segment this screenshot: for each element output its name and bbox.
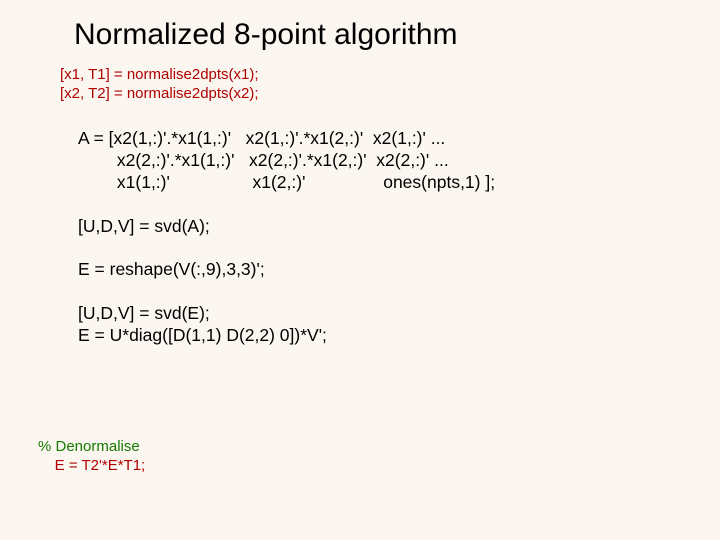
denorm-line: E = T2'*E*T1;	[38, 457, 145, 474]
normalise-line-2: [x2, T2] = normalise2dpts(x2);	[60, 85, 259, 104]
page-title: Normalized 8-point algorithm	[74, 18, 458, 52]
a-row3: x1(1,:)' x1(2,:)' ones(npts,1) ];	[78, 172, 495, 192]
reshape-e: E = reshape(V(:,9),3,3)';	[78, 259, 265, 279]
a-row1: A = [x2(1,:)'.*x1(1,:)' x2(1,:)'.*x1(2,:…	[78, 128, 445, 148]
svd-a: [U,D,V] = svd(A);	[78, 216, 210, 236]
denormalise-block: % Denormalise E = T2'*E*T1;	[38, 438, 145, 476]
slide: Normalized 8-point algorithm [x1, T1] = …	[0, 0, 720, 540]
a-row2: x2(2,:)'.*x1(1,:)' x2(2,:)'.*x1(2,:)' x2…	[78, 150, 449, 170]
algorithm-code: A = [x2(1,:)'.*x1(1,:)' x2(1,:)'.*x1(2,:…	[78, 128, 495, 347]
normalise-line-1: [x1, T1] = normalise2dpts(x1);	[60, 66, 259, 85]
diag-e: E = U*diag([D(1,1) D(2,2) 0])*V';	[78, 325, 327, 345]
svd-e: [U,D,V] = svd(E);	[78, 303, 210, 323]
normalise-block: [x1, T1] = normalise2dpts(x1); [x2, T2] …	[60, 66, 259, 104]
denorm-comment: % Denormalise	[38, 438, 140, 455]
